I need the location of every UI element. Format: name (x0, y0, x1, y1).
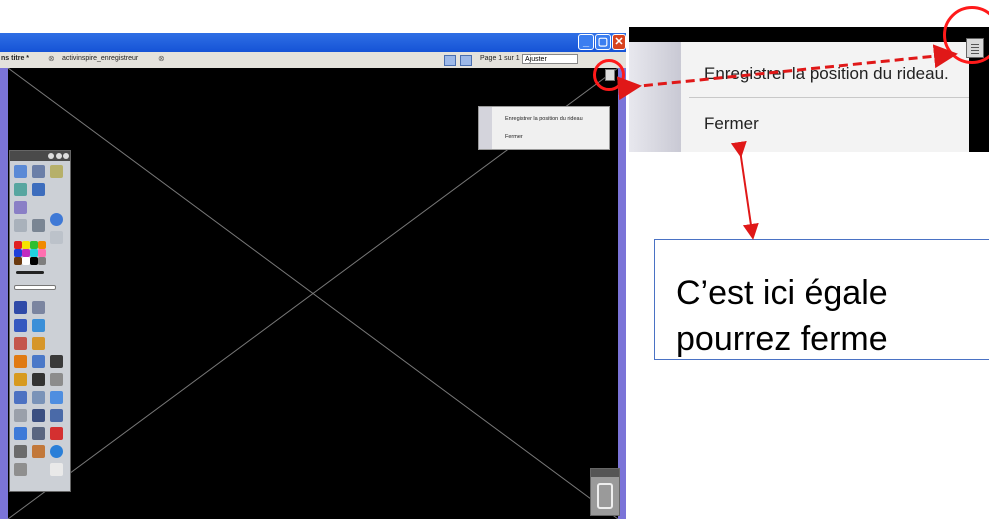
menu-gutter (629, 42, 681, 152)
toolbox-header (10, 151, 70, 161)
menu-item-close-small[interactable]: Fermer (505, 134, 523, 140)
highlighter-icon[interactable] (32, 319, 45, 332)
pointer-arrow (730, 140, 759, 240)
tool-icon[interactable] (14, 165, 27, 178)
color-swatch[interactable] (14, 249, 22, 257)
color-swatch[interactable] (30, 249, 38, 257)
zoomed-menu-panel: Enregistrer la position du rideau. Ferme… (629, 27, 989, 152)
tool-icon[interactable] (32, 445, 45, 458)
tool-icon[interactable] (50, 231, 63, 244)
globe-icon[interactable] (50, 445, 63, 458)
tool-icon[interactable] (32, 165, 45, 178)
color-swatch[interactable] (38, 241, 46, 249)
tool-icon[interactable] (32, 337, 45, 350)
callout-box: C’est ici égale pourrez ferme (654, 239, 989, 360)
width-slider[interactable] (14, 285, 56, 290)
tool-icon[interactable] (50, 165, 63, 178)
trash-header (591, 469, 619, 477)
tool-icon[interactable] (14, 409, 27, 422)
tool-icon[interactable] (14, 201, 27, 214)
tool-icon[interactable] (32, 391, 45, 404)
tool-icon[interactable] (14, 463, 27, 476)
board-border-right (618, 68, 626, 519)
tab-close-icon[interactable]: ⊗ (158, 54, 165, 63)
tool-icon[interactable] (32, 355, 45, 368)
color-swatch[interactable] (22, 249, 30, 257)
trash-icon[interactable] (597, 483, 613, 509)
tool-icon[interactable] (14, 427, 27, 440)
menu-gutter (479, 107, 492, 149)
tool-icon[interactable] (14, 391, 27, 404)
tab-bar: ns titre * ⊗ activinspire_enregistreur ⊗… (0, 52, 626, 69)
toolbox-panel (9, 150, 71, 492)
tool-icon[interactable] (50, 373, 63, 386)
menu-item-save-curtain-small[interactable]: Enregistrer la position du rideau (505, 116, 583, 122)
color-swatch[interactable] (14, 241, 22, 249)
color-swatch[interactable] (22, 257, 30, 265)
highlight-circle (593, 59, 625, 91)
tool-icon[interactable] (32, 409, 45, 422)
eraser-icon[interactable] (14, 337, 27, 350)
callout-line-1: C’est ici égale (676, 274, 888, 312)
maximize-button[interactable]: ▢ (595, 34, 611, 50)
callout-line-2: pourrez ferme (676, 320, 888, 358)
select-icon[interactable] (14, 301, 27, 314)
minimize-button[interactable]: _ (578, 34, 594, 50)
tool-icon[interactable] (14, 445, 27, 458)
title-bar: _ ▢ ✕ (0, 33, 626, 52)
page-indicator: Page 1 sur 1 (480, 55, 520, 62)
menu-item-close[interactable]: Fermer (704, 114, 759, 134)
color-swatch[interactable] (14, 257, 22, 265)
tool-icon[interactable] (32, 219, 45, 232)
tab-current[interactable]: ns titre * (1, 55, 29, 62)
fill-icon[interactable] (14, 355, 27, 368)
pen-icon[interactable] (14, 319, 27, 332)
tool-icon[interactable] (14, 219, 27, 232)
tab-recorder[interactable]: activinspire_enregistreur (62, 55, 138, 62)
tool-icon[interactable] (32, 301, 45, 314)
color-swatch[interactable] (22, 241, 30, 249)
tool-icon[interactable] (50, 391, 63, 404)
menu-separator (689, 97, 969, 98)
zoom-select[interactable]: Ajuster (522, 54, 578, 64)
tab-close-icon[interactable]: ⊗ (48, 54, 55, 63)
curtain-menu-small: Enregistrer la position du rideau Fermer (478, 106, 610, 150)
color-swatch[interactable] (30, 241, 38, 249)
tool-icon[interactable] (14, 183, 27, 196)
text-icon[interactable] (32, 373, 45, 386)
tool-icon[interactable] (50, 463, 63, 476)
delete-icon[interactable] (50, 427, 63, 440)
pen-width-indicator[interactable] (16, 271, 44, 274)
tool-icon[interactable] (14, 373, 27, 386)
color-swatch[interactable] (30, 257, 38, 265)
menu-item-save-curtain[interactable]: Enregistrer la position du rideau. (704, 64, 949, 84)
color-swatch[interactable] (38, 257, 46, 265)
help-icon[interactable] (50, 213, 63, 226)
callout-text: C’est ici égale pourrez ferme (676, 270, 888, 362)
save-icon[interactable] (50, 355, 63, 368)
color-swatch[interactable] (38, 249, 46, 257)
board-border-left (0, 68, 8, 519)
view-icon[interactable] (444, 55, 456, 66)
application-screenshot: _ ▢ ✕ ns titre * ⊗ activinspire_enregist… (0, 33, 626, 519)
tool-icon[interactable] (32, 427, 45, 440)
trash-widget[interactable] (590, 468, 620, 516)
tool-icon[interactable] (32, 183, 45, 196)
close-button[interactable]: ✕ (612, 34, 626, 50)
curtain-menu-zoomed: Enregistrer la position du rideau. Ferme… (629, 42, 969, 152)
tool-icon[interactable] (50, 409, 63, 422)
screen-icon[interactable] (460, 55, 472, 66)
